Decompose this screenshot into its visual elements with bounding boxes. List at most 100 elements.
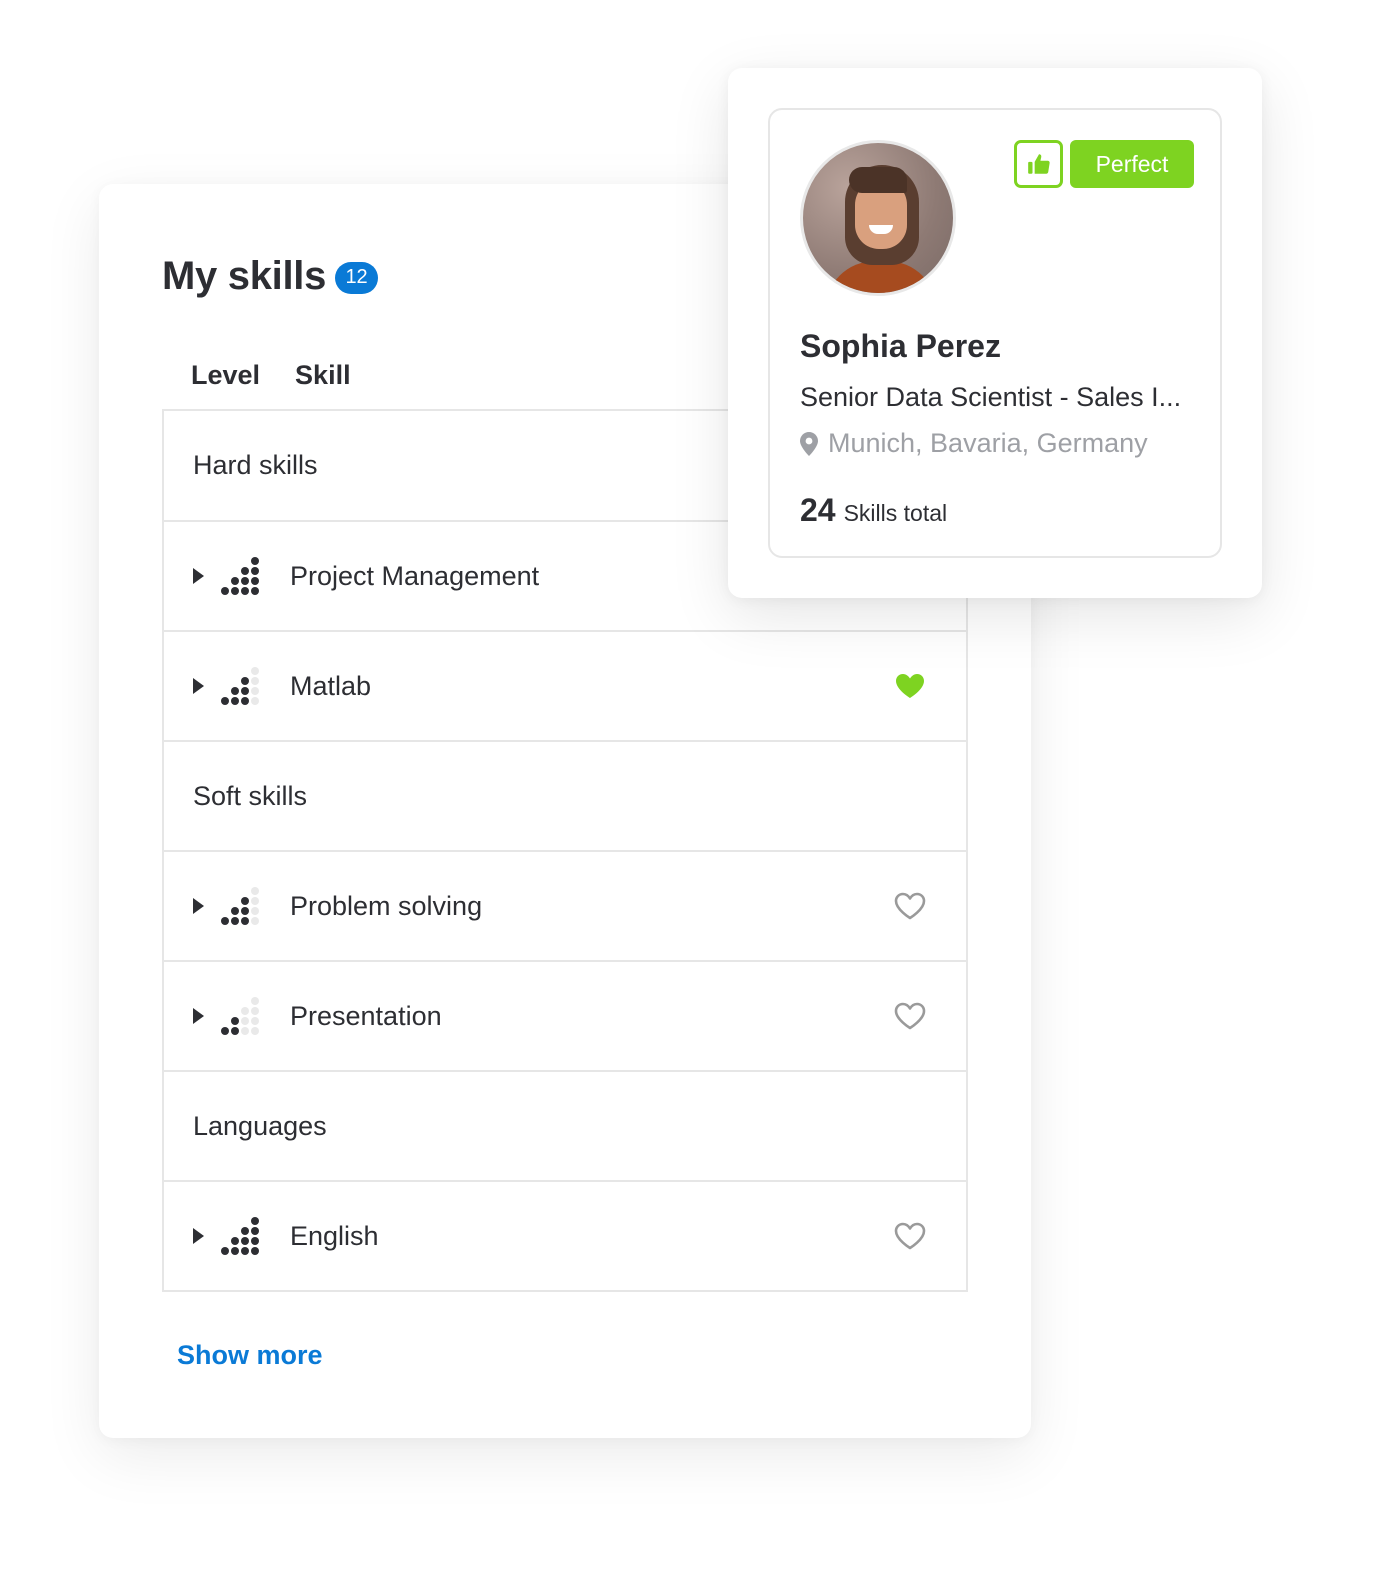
level-dot-filled <box>221 1247 229 1255</box>
level-dot-spacer <box>221 1227 229 1235</box>
level-dot-spacer <box>221 667 229 675</box>
level-dot-filled <box>241 917 249 925</box>
category-label: Soft skills <box>193 780 308 811</box>
skill-row[interactable]: Problem solving <box>164 850 966 960</box>
table-column-headers: Level Skill <box>191 360 351 391</box>
level-dot-spacer <box>221 1017 229 1025</box>
level-dot-empty <box>251 887 259 895</box>
level-dot-filled <box>231 1247 239 1255</box>
level-dot-filled <box>241 897 249 905</box>
level-dot-spacer <box>221 1007 229 1015</box>
show-more-link[interactable]: Show more <box>177 1340 323 1371</box>
skill-name: English <box>290 1220 379 1251</box>
skill-row[interactable]: English <box>164 1180 966 1290</box>
level-dot-empty <box>241 1017 249 1025</box>
level-dot-empty <box>251 677 259 685</box>
level-dot-spacer <box>241 557 249 565</box>
map-pin-icon <box>800 431 818 456</box>
level-dot-filled <box>241 1247 249 1255</box>
level-dot-spacer <box>231 997 239 1005</box>
level-dot-spacer <box>241 997 249 1005</box>
skills-total-count: 24 <box>800 492 836 528</box>
column-header-level[interactable]: Level <box>191 360 260 391</box>
profile-card: Perfect Sophia Perez Senior Data Scienti… <box>728 68 1262 598</box>
level-dot-spacer <box>231 677 239 685</box>
level-dot-filled <box>231 577 239 585</box>
skill-row[interactable]: Matlab <box>164 630 966 740</box>
level-dot-filled <box>241 577 249 585</box>
level-dot-empty <box>251 1007 259 1015</box>
level-dot-filled <box>231 1027 239 1035</box>
skill-row[interactable]: Presentation <box>164 960 966 1070</box>
level-dot-spacer <box>231 887 239 895</box>
level-dot-empty <box>241 1007 249 1015</box>
profile-name: Sophia Perez <box>800 328 1001 364</box>
level-dot-empty <box>251 907 259 915</box>
level-dot-filled <box>241 907 249 915</box>
level-dot-filled <box>221 917 229 925</box>
expand-caret-icon[interactable] <box>193 568 204 584</box>
level-dot-spacer <box>221 887 229 895</box>
level-dot-empty <box>251 667 259 675</box>
level-dot-empty <box>251 1027 259 1035</box>
skill-level-indicator <box>221 557 259 595</box>
level-dot-spacer <box>231 897 239 905</box>
level-dot-spacer <box>241 667 249 675</box>
avatar-shirt <box>825 261 937 293</box>
profile-skills-total: 24 Skills total <box>800 492 947 529</box>
category-label: Languages <box>193 1110 327 1141</box>
skills-header: My skills 12 <box>162 254 379 299</box>
avatar-bangs <box>849 167 907 193</box>
level-dot-filled <box>221 1027 229 1035</box>
level-dot-filled <box>251 557 259 565</box>
skill-level-indicator <box>221 667 259 705</box>
profile-job-title: Senior Data Scientist - Sales I... <box>800 382 1182 412</box>
expand-caret-icon[interactable] <box>193 678 204 694</box>
heart-filled-icon[interactable] <box>894 672 926 700</box>
avatar <box>800 140 956 296</box>
level-dot-spacer <box>231 1227 239 1235</box>
level-dot-spacer <box>221 557 229 565</box>
level-dot-spacer <box>231 667 239 675</box>
heart-outline-icon[interactable] <box>894 892 926 920</box>
skill-level-indicator <box>221 997 259 1035</box>
level-dot-filled <box>251 1217 259 1225</box>
level-dot-spacer <box>241 1217 249 1225</box>
level-dot-filled <box>231 587 239 595</box>
match-badge: Perfect <box>1070 140 1194 188</box>
category-row: Soft skills <box>164 740 966 850</box>
level-dot-spacer <box>231 1007 239 1015</box>
level-dot-filled <box>241 1227 249 1235</box>
profile-location-text: Munich, Bavaria, Germany <box>828 428 1148 458</box>
level-dot-spacer <box>241 887 249 895</box>
level-dot-filled <box>231 697 239 705</box>
skill-level-indicator <box>221 1217 259 1255</box>
level-dot-empty <box>251 997 259 1005</box>
thumbs-up-icon <box>1027 154 1050 174</box>
level-dot-filled <box>231 687 239 695</box>
level-dot-empty <box>251 1017 259 1025</box>
column-header-skill[interactable]: Skill <box>295 360 351 391</box>
profile-location: Munich, Bavaria, Germany <box>800 428 1148 459</box>
expand-caret-icon[interactable] <box>193 1008 204 1024</box>
level-dot-filled <box>231 1017 239 1025</box>
level-dot-filled <box>241 697 249 705</box>
thumbs-up-button[interactable] <box>1014 140 1063 188</box>
skills-count-badge: 12 <box>335 261 379 294</box>
profile-summary[interactable]: Perfect Sophia Perez Senior Data Scienti… <box>768 108 1222 558</box>
skill-level-indicator <box>221 887 259 925</box>
level-dot-filled <box>231 1237 239 1245</box>
level-dot-spacer <box>221 577 229 585</box>
heart-outline-icon[interactable] <box>894 1002 926 1030</box>
level-dot-filled <box>241 1237 249 1245</box>
level-dot-filled <box>241 687 249 695</box>
expand-caret-icon[interactable] <box>193 898 204 914</box>
level-dot-filled <box>221 697 229 705</box>
level-dot-filled <box>251 1237 259 1245</box>
heart-outline-icon[interactable] <box>894 1222 926 1250</box>
category-label: Hard skills <box>193 450 318 480</box>
expand-caret-icon[interactable] <box>193 1228 204 1244</box>
level-dot-spacer <box>231 557 239 565</box>
level-dot-filled <box>241 567 249 575</box>
level-dot-filled <box>251 1227 259 1235</box>
